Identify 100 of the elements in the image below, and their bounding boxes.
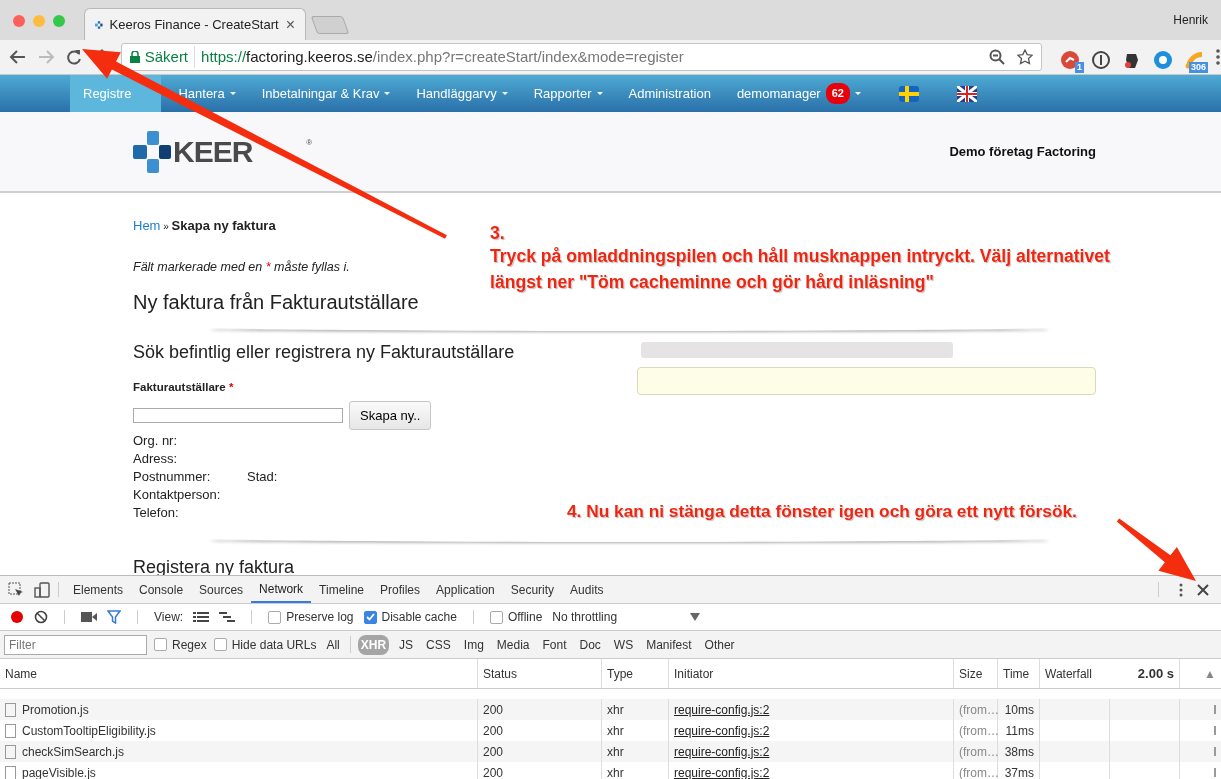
page-heading: Ny faktura från Fakturautställare [133,290,420,316]
browser-menu-icon[interactable] [1215,48,1221,66]
info-label: Telefon: [133,505,179,520]
devtools-tab[interactable]: Network [251,576,312,603]
column-header[interactable]: Type [602,659,669,688]
devtools-tab[interactable]: Profiles [372,576,429,603]
table-cell: 200 [478,762,602,779]
devtools-tab[interactable]: Elements [65,576,132,603]
table-cell-text: Promotion.js [22,701,89,719]
table-cell: (from… [954,741,998,762]
type-filter[interactable]: WS [610,634,637,655]
devtools-tab[interactable]: Timeline [311,576,372,603]
extension-icon[interactable] [1091,49,1111,70]
file-icon [5,744,16,759]
nav-item[interactable]: Hantera [165,75,249,112]
logo[interactable]: KEER ® [133,129,313,174]
camera-icon[interactable] [81,611,97,623]
checkbox-label[interactable]: Hide data URLs [231,635,317,654]
uk-flag-icon[interactable] [956,85,977,102]
checkbox[interactable] [268,610,282,624]
back-icon[interactable] [9,49,27,65]
field-label: Fakturautställare * [133,380,235,396]
address-bar[interactable]: Säkert https://factoring.keeros.se/index.php?r=createStart/index&mode=register [120,43,1042,71]
profile-name[interactable]: Henrik [1173,11,1208,29]
nav-item[interactable]: demomanager 62 [723,75,874,112]
type-filter[interactable]: Manifest [643,634,695,655]
waterfall-view-icon[interactable] [219,611,236,623]
nav-item[interactable]: Handläggarvy [403,75,521,112]
type-filter[interactable]: Other [701,634,738,655]
more-options-icon[interactable] [1179,582,1183,597]
table-cell-text: pageVisible.js [22,764,96,779]
column-header[interactable]: Name [0,659,478,688]
view-label: View: [154,609,184,626]
checkbox[interactable] [154,638,167,651]
column-header[interactable]: Initiator [669,659,954,688]
throttling-dropdown[interactable]: No throttling [552,608,701,626]
extension-badge: 306 [1188,62,1208,73]
type-filter[interactable]: JS [396,634,417,655]
clear-icon[interactable] [34,610,48,624]
table-cell: 200 [478,741,602,762]
sort-icon[interactable]: ▲ [1180,659,1221,688]
tab-close-button[interactable]: × [285,12,295,37]
type-filter[interactable]: Img [460,634,487,655]
table-cell: xhr [602,741,669,762]
table-cell: 37ms [998,762,1040,779]
inspect-icon[interactable] [8,581,24,598]
devtools-tab[interactable]: Application [428,576,503,603]
company-name: Demo företag Factoring [949,142,1096,161]
checkbox[interactable] [213,638,227,651]
info-label: Adress: [133,451,178,466]
record-icon[interactable] [10,610,24,624]
reload-icon[interactable] [64,48,83,66]
column-header[interactable]: Size [954,659,998,688]
initiator-link[interactable]: require-config.js:2 [674,700,770,719]
devtools-tab[interactable]: Audits [562,576,612,603]
device-toolbar-icon[interactable] [34,581,52,598]
type-filter[interactable]: Font [539,634,570,655]
devtools-tab[interactable]: Console [131,576,192,603]
type-filter[interactable]: Media [493,634,533,655]
devtools-tab[interactable]: Sources [191,576,252,603]
nav-item[interactable]: Rapporter [520,75,616,112]
info-label: Org. nr: [133,433,178,448]
url-text: https://factoring.keeros.se/index.php?r=createStart/index&mode=register [201,46,684,67]
annotation-number: 3. [490,222,505,245]
checkbox-label[interactable]: Disable cache [381,608,457,626]
info-label: Stad: [247,468,278,486]
annotation-text: 4. Nu kan ni stänga detta fönster igen och göra ett nytt försök. [567,500,1077,523]
nav-item[interactable]: Inbetalningar & Krav [248,75,404,112]
nav-item[interactable]: Administration [615,75,724,112]
breadcrumb-link[interactable]: Hem [133,218,161,233]
zoom-out-icon[interactable] [989,49,1005,65]
search-field[interactable] [133,407,343,423]
type-filter[interactable]: All [323,634,343,655]
column-header[interactable]: Status [478,659,602,688]
close-icon[interactable] [1197,583,1209,596]
devtools-tab[interactable]: Security [502,576,563,603]
initiator-link[interactable]: require-config.js:2 [674,721,770,740]
type-filter[interactable]: CSS [423,634,454,655]
info-label: Postnummer: [133,468,209,486]
browser-tab[interactable]: Keeros Finance - CreateStart × [84,8,306,40]
type-filter[interactable]: Doc [576,634,604,655]
swedish-flag-icon[interactable] [898,85,919,102]
checkbox-label[interactable]: Offline [507,608,543,626]
table-cell: xhr [602,699,669,720]
column-header[interactable]: Waterfall [1040,659,1110,688]
list-view-icon[interactable] [193,611,210,623]
initiator-link[interactable]: require-config.js:2 [674,742,770,761]
breadcrumb-current: Skapa ny faktura [171,218,276,233]
checkbox[interactable] [363,610,377,624]
filter-field[interactable]: Filter [4,634,147,655]
checkbox[interactable] [489,610,503,624]
checkbox-label[interactable]: Regex [172,635,207,654]
initiator-link[interactable]: require-config.js:2 [674,763,770,779]
table-cell: 200 [478,699,602,720]
create-button[interactable]: Skapa ny.. [349,400,432,430]
column-header[interactable]: Time [998,659,1040,688]
filter-icon[interactable] [107,610,121,624]
section-heading: Sök befintlig eller registrera ny Fakturautställare [133,341,516,365]
checkbox-label[interactable]: Preserve log [286,608,354,626]
bookmark-star-icon[interactable] [1017,49,1033,65]
